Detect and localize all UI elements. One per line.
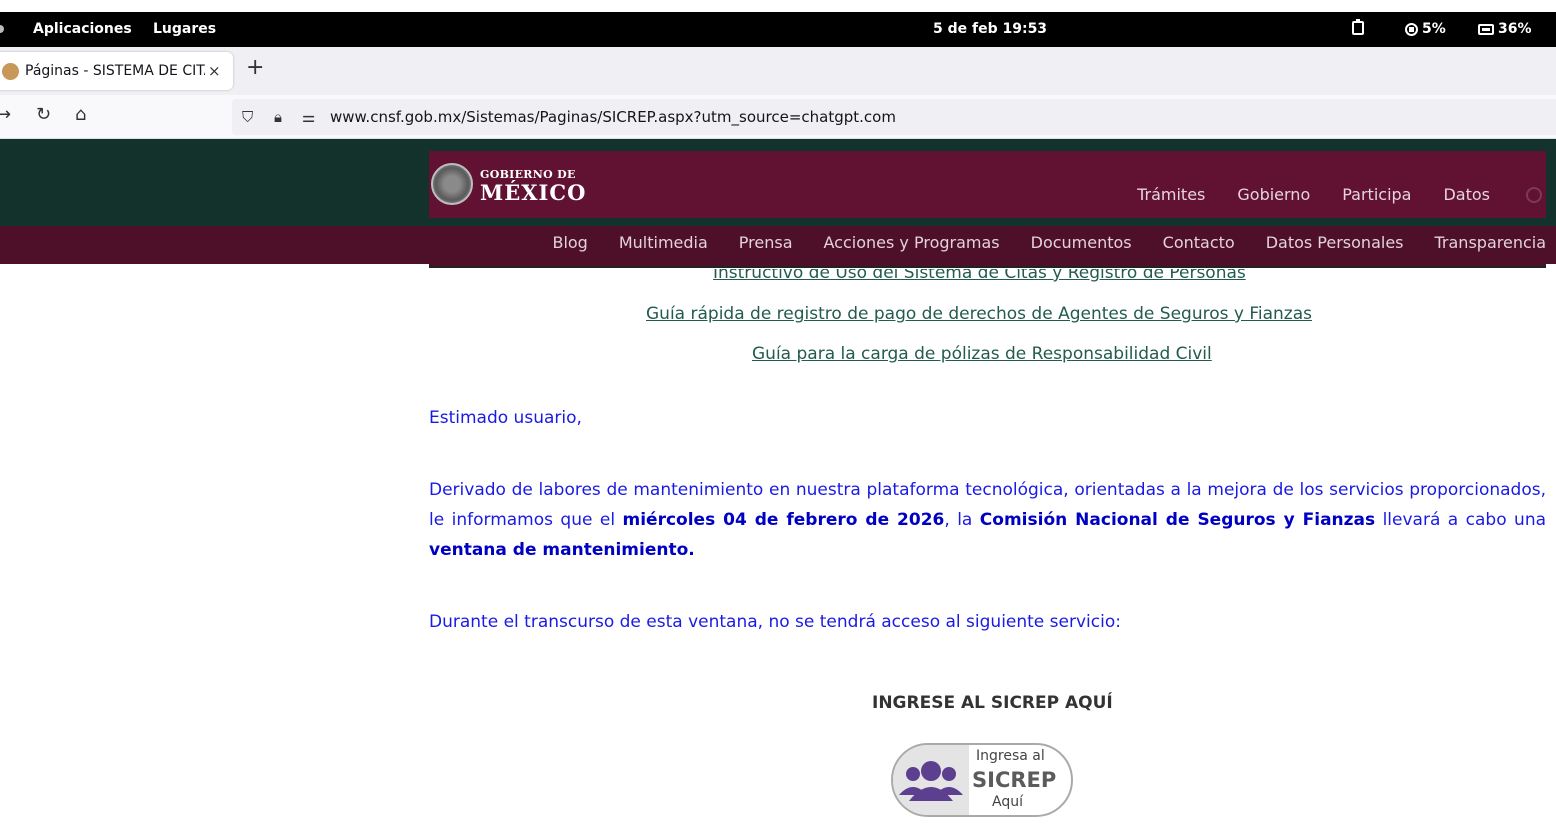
battery-icon <box>1478 23 1494 35</box>
people-group-icon <box>893 745 969 815</box>
applications-menu[interactable]: Aplicaciones <box>33 21 132 37</box>
address-bar[interactable]: ⛉ 🔒︎ ⚌ www.cnsf.gob.mx/Sistemas/Paginas/… <box>232 99 1556 135</box>
cpu-indicator[interactable]: 5% <box>1405 21 1446 37</box>
sicrep-button-line2: SICREP <box>972 768 1057 792</box>
system-bar: Aplicaciones Lugares 5 de feb 19:53 5% 3… <box>0 12 1556 47</box>
tracking-shield-icon[interactable]: ⛉ <box>242 108 253 126</box>
nav-participa[interactable]: Participa <box>1342 185 1411 204</box>
subnav-datos-personales[interactable]: Datos Personales <box>1266 233 1404 252</box>
ingrese-heading: INGRESE AL SICREP AQUÍ <box>872 693 1113 713</box>
clock[interactable]: 5 de feb 19:53 <box>933 21 1047 37</box>
battery-indicator[interactable]: 36% <box>1478 21 1532 37</box>
places-menu[interactable]: Lugares <box>153 21 216 37</box>
browser-tab-active[interactable]: Páginas - SISTEMA DE CITAS × <box>0 52 233 90</box>
tab-bar: Páginas - SISTEMA DE CITAS × + <box>0 47 1556 95</box>
sub-nav: Blog Multimedia Prensa Acciones y Progra… <box>552 233 1546 252</box>
home-icon[interactable]: ⌂ <box>75 105 86 125</box>
site-header: GOBIERNO DE MÉXICO Trámites Gobierno Par… <box>429 151 1546 218</box>
activities-icon[interactable] <box>0 25 4 33</box>
cpu-value: 5% <box>1422 21 1446 37</box>
permissions-icon[interactable]: ⚌ <box>302 108 315 126</box>
nav-tramites[interactable]: Trámites <box>1137 185 1205 204</box>
site-favicon-icon <box>2 63 19 80</box>
cpu-icon <box>1405 22 1418 36</box>
subnav-contacto[interactable]: Contacto <box>1163 233 1235 252</box>
search-icon[interactable] <box>1526 187 1542 203</box>
top-strip <box>0 0 1556 12</box>
greeting: Estimado usuario, <box>429 408 582 428</box>
subnav-blog[interactable]: Blog <box>552 233 587 252</box>
sicrep-login-button[interactable]: Ingresa al SICREP Aquí <box>891 743 1073 817</box>
subnav-acciones[interactable]: Acciones y Programas <box>824 233 1000 252</box>
navigation-bar: → ↻ ⌂ ⛉ 🔒︎ ⚌ www.cnsf.gob.mx/Sistemas/Pa… <box>0 95 1556 139</box>
maintenance-notice: Derivado de labores de mantenimiento en … <box>429 475 1546 565</box>
notice-window: ventana de mantenimiento. <box>429 540 695 560</box>
subnav-transparencia[interactable]: Transparencia <box>1435 233 1547 252</box>
sicrep-button-line3: Aquí <box>992 794 1023 810</box>
subnav-multimedia[interactable]: Multimedia <box>619 233 708 252</box>
logo-main-text: MÉXICO <box>480 180 587 205</box>
forward-arrow-icon[interactable]: → <box>0 105 11 125</box>
national-seal-icon <box>431 163 473 205</box>
main-nav: Trámites Gobierno Participa Datos <box>1137 185 1490 204</box>
tab-close-icon[interactable]: × <box>208 62 221 80</box>
notice-org: Comisión Nacional de Seguros y Fianzas <box>979 510 1376 530</box>
tab-title: Páginas - SISTEMA DE CITAS <box>25 63 205 79</box>
notice-date: miércoles 04 de febrero de 2026 <box>622 510 945 530</box>
clipboard-icon <box>1352 19 1364 35</box>
nav-gobierno[interactable]: Gobierno <box>1237 185 1310 204</box>
reload-icon[interactable]: ↻ <box>36 105 51 125</box>
notice-text-2: , la <box>944 510 980 530</box>
battery-value: 36% <box>1498 21 1532 37</box>
link-guia-pago[interactable]: Guía rápida de registro de pago de derec… <box>646 304 1312 324</box>
link-guia-polizas[interactable]: Guía para la carga de pólizas de Respons… <box>752 344 1212 364</box>
clipboard-indicator[interactable] <box>1352 19 1364 35</box>
sicrep-button-line1: Ingresa al <box>976 748 1045 764</box>
gobierno-mexico-logo[interactable]: GOBIERNO DE MÉXICO <box>429 159 585 209</box>
notice-text-3: llevará a cabo una <box>1375 510 1547 530</box>
nav-datos[interactable]: Datos <box>1443 185 1490 204</box>
lock-icon[interactable]: 🔒︎ <box>274 108 282 126</box>
service-notice: Durante el transcurso de esta ventana, n… <box>429 612 1121 632</box>
subnav-prensa[interactable]: Prensa <box>739 233 793 252</box>
new-tab-button[interactable]: + <box>246 57 264 79</box>
subnav-documentos[interactable]: Documentos <box>1031 233 1132 252</box>
url-text[interactable]: www.cnsf.gob.mx/Sistemas/Paginas/SICREP.… <box>330 108 896 126</box>
